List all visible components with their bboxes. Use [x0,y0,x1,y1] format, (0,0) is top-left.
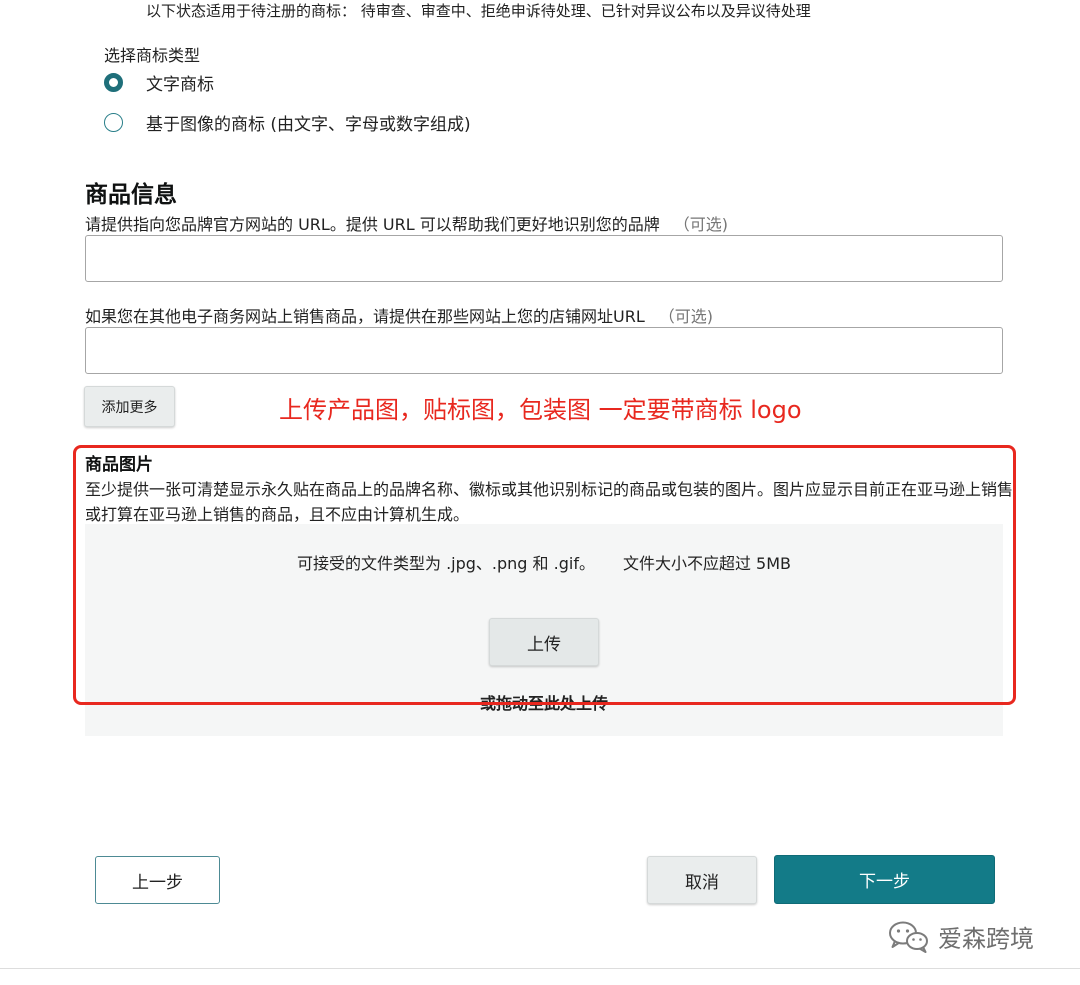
top-status-note: 以下状态适用于待注册的商标： 待审查、审查中、拒绝申诉待处理、已针对异议公布以及… [146,2,811,20]
store-url-input[interactable] [85,327,1003,374]
radio-option-image-mark[interactable]: 基于图像的商标 (由文字、字母或数字组成) [104,110,471,135]
drag-drop-text: 或拖动至此处上传 [479,694,608,713]
watermark-text: 爱森跨境 [938,925,1034,953]
product-images-title: 商品图片 [85,455,153,475]
brand-url-input[interactable] [85,235,1003,282]
cancel-button[interactable]: 取消 [647,856,757,904]
brand-url-label-text: 请提供指向您品牌官方网站的 URL。提供 URL 可以帮助我们更好地识别您的品牌 [85,215,660,234]
red-annotation-text: 上传产品图，贴标图，包装图 一定要带商标 logo [279,396,802,424]
radio-option-label: 文字商标 [146,75,214,95]
optional-tag: （可选) [673,215,728,234]
section-title-product-info: 商品信息 [85,182,177,208]
file-requirements: 可接受的文件类型为 .jpg、.png 和 .gif。 文件大小不应超过 5MB [85,550,1003,574]
wechat-icon [889,921,928,953]
radio-option-word-mark[interactable]: 文字商标 [104,70,214,95]
brand-url-label: 请提供指向您品牌官方网站的 URL。提供 URL 可以帮助我们更好地识别您的品牌… [85,211,728,235]
radio-unchecked-icon[interactable] [104,113,123,132]
optional-tag: （可选) [658,307,713,326]
add-more-button[interactable]: 添加更多 [84,386,175,427]
bottom-divider [0,968,1080,969]
upload-button[interactable]: 上传 [489,618,599,666]
store-url-label: 如果您在其他电子商务网站上销售商品，请提供在那些网站上您的店铺网址URL （可选) [85,303,713,327]
radio-checked-icon[interactable] [104,73,123,92]
next-button[interactable]: 下一步 [774,855,995,904]
image-drop-zone[interactable]: 可接受的文件类型为 .jpg、.png 和 .gif。 文件大小不应超过 5MB … [85,524,1003,736]
file-types-text: 可接受的文件类型为 .jpg、.png 和 .gif。 [296,554,595,573]
watermark: 爱森跨境 [888,919,1034,954]
file-size-text: 文件大小不应超过 5MB [622,554,792,573]
radio-option-label: 基于图像的商标 (由文字、字母或数字组成) [146,115,471,135]
store-url-label-text: 如果您在其他电子商务网站上销售商品，请提供在那些网站上您的店铺网址URL [85,307,645,326]
trademark-type-label: 选择商标类型 [104,46,201,65]
back-button[interactable]: 上一步 [95,856,220,904]
product-images-description: 至少提供一张可清楚显示永久贴在商品上的品牌名称、徽标或其他识别标记的商品或包装的… [85,480,1014,524]
